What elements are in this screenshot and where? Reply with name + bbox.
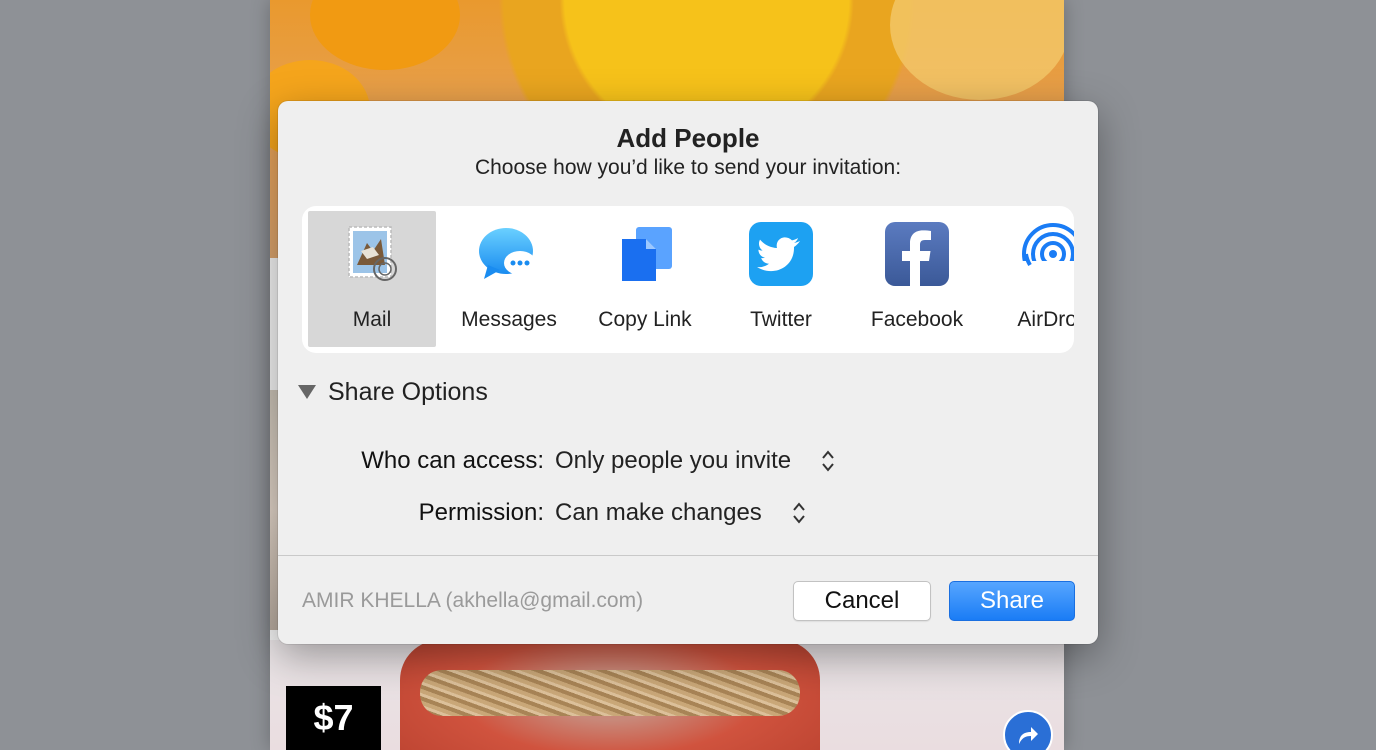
account-label: AMIR KHELLA (akhella@gmail.com) [302,589,644,612]
divider [278,555,1098,556]
service-label: AirDrop [1017,308,1074,331]
photo-smoothie: $7 [270,640,1064,750]
service-airdrop[interactable]: AirDrop [989,211,1074,347]
add-people-dialog: Add People Choose how you’d like to send… [278,101,1098,644]
service-mail[interactable]: Mail [308,211,436,347]
share-arrow-icon[interactable] [1003,710,1053,750]
service-label: Facebook [870,308,964,331]
share-options-label: Share Options [328,377,488,406]
service-label: Mail [352,308,392,331]
share-button[interactable]: Share [949,581,1075,621]
service-copy-link[interactable]: Copy Link [581,211,709,347]
permission-row: Permission: Can make changes [278,496,1098,530]
who-can-access-row: Who can access: Only people you invite [278,444,1098,478]
messages-icon [476,221,542,287]
share-options-disclosure[interactable]: Share Options [298,377,488,407]
share-services-list: Mail Messages Copy Link Twitter Facebook… [302,206,1074,353]
service-label: Twitter [750,308,812,331]
popup-arrows-icon [821,448,835,474]
cancel-button[interactable]: Cancel [793,581,931,621]
permission-popup[interactable]: Can make changes [555,499,806,527]
service-messages[interactable]: Messages [445,211,573,347]
service-label: Messages [461,308,557,331]
price-tag: $7 [286,686,381,750]
permission-label: Permission: [418,499,544,526]
service-twitter[interactable]: Twitter [717,211,845,347]
who-can-access-label: Who can access: [361,447,544,474]
dialog-title: Add People [616,123,760,153]
dialog-subtitle: Choose how you’d like to send your invit… [474,156,902,179]
who-can-access-popup[interactable]: Only people you invite [555,447,835,475]
twitter-icon [748,221,814,287]
facebook-icon [884,221,950,287]
disclosure-triangle-icon[interactable] [298,385,316,399]
copy-link-icon [612,221,678,287]
service-facebook[interactable]: Facebook [853,211,981,347]
mail-stamp-icon [339,221,405,287]
popup-arrows-icon [792,500,806,526]
permission-value: Can make changes [555,499,762,526]
service-label: Copy Link [598,308,692,331]
who-can-access-value: Only people you invite [555,447,792,474]
airdrop-icon [1020,221,1074,287]
